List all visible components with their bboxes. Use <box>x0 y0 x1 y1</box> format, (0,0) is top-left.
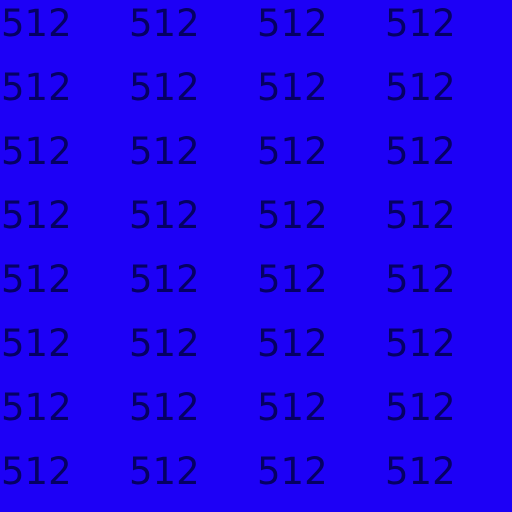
number-label: 512 <box>1 450 72 493</box>
number-label: 512 <box>257 194 328 237</box>
number-label: 512 <box>1 194 72 237</box>
number-label: 512 <box>1 66 72 109</box>
grid-cell: 512 <box>0 192 128 256</box>
number-label: 512 <box>257 322 328 365</box>
grid-cell: 512 <box>384 64 512 128</box>
grid-cell: 512 <box>384 320 512 384</box>
number-label: 512 <box>257 450 328 493</box>
number-label: 512 <box>385 386 456 429</box>
grid-cell: 512 <box>128 64 256 128</box>
grid-cell: 512 <box>0 256 128 320</box>
grid-cell: 512 <box>256 192 384 256</box>
grid-cell: 512 <box>384 448 512 512</box>
grid-cell: 512 <box>128 384 256 448</box>
number-label: 512 <box>385 130 456 173</box>
grid-cell: 512 <box>256 384 384 448</box>
number-label: 512 <box>257 66 328 109</box>
grid-cell: 512 <box>128 128 256 192</box>
number-label: 512 <box>257 258 328 301</box>
number-label: 512 <box>385 322 456 365</box>
number-label: 512 <box>129 322 200 365</box>
grid-cell: 512 <box>128 448 256 512</box>
grid-cell: 512 <box>0 448 128 512</box>
number-label: 512 <box>257 386 328 429</box>
grid-cell: 512 <box>128 320 256 384</box>
number-grid: 512 512 512 512 512 512 512 512 512 512 512 512 512 5… <box>0 0 512 512</box>
grid-cell: 512 <box>384 128 512 192</box>
number-label: 512 <box>385 2 456 45</box>
number-label: 512 <box>129 2 200 45</box>
number-label: 512 <box>129 386 200 429</box>
grid-cell: 512 <box>0 0 128 64</box>
grid-cell: 512 <box>0 384 128 448</box>
grid-cell: 512 <box>256 256 384 320</box>
grid-cell: 512 <box>0 320 128 384</box>
grid-cell: 512 <box>0 128 128 192</box>
blue-canvas: 512 512 512 512 512 512 512 512 512 512 512 512 512 5… <box>0 0 512 512</box>
number-label: 512 <box>129 450 200 493</box>
number-label: 512 <box>1 130 72 173</box>
grid-cell: 512 <box>384 256 512 320</box>
grid-cell: 512 <box>0 64 128 128</box>
number-label: 512 <box>257 130 328 173</box>
grid-cell: 512 <box>256 448 384 512</box>
number-label: 512 <box>1 386 72 429</box>
grid-cell: 512 <box>128 192 256 256</box>
number-label: 512 <box>257 2 328 45</box>
grid-cell: 512 <box>256 64 384 128</box>
grid-cell: 512 <box>256 128 384 192</box>
number-label: 512 <box>385 450 456 493</box>
number-label: 512 <box>1 322 72 365</box>
number-label: 512 <box>385 66 456 109</box>
number-label: 512 <box>129 258 200 301</box>
number-label: 512 <box>129 194 200 237</box>
grid-cell: 512 <box>128 256 256 320</box>
grid-cell: 512 <box>384 384 512 448</box>
grid-cell: 512 <box>384 0 512 64</box>
number-label: 512 <box>129 66 200 109</box>
grid-cell: 512 <box>128 0 256 64</box>
number-label: 512 <box>129 130 200 173</box>
number-label: 512 <box>1 258 72 301</box>
number-label: 512 <box>385 258 456 301</box>
grid-cell: 512 <box>256 320 384 384</box>
grid-cell: 512 <box>256 0 384 64</box>
number-label: 512 <box>385 194 456 237</box>
grid-cell: 512 <box>384 192 512 256</box>
number-label: 512 <box>1 2 72 45</box>
